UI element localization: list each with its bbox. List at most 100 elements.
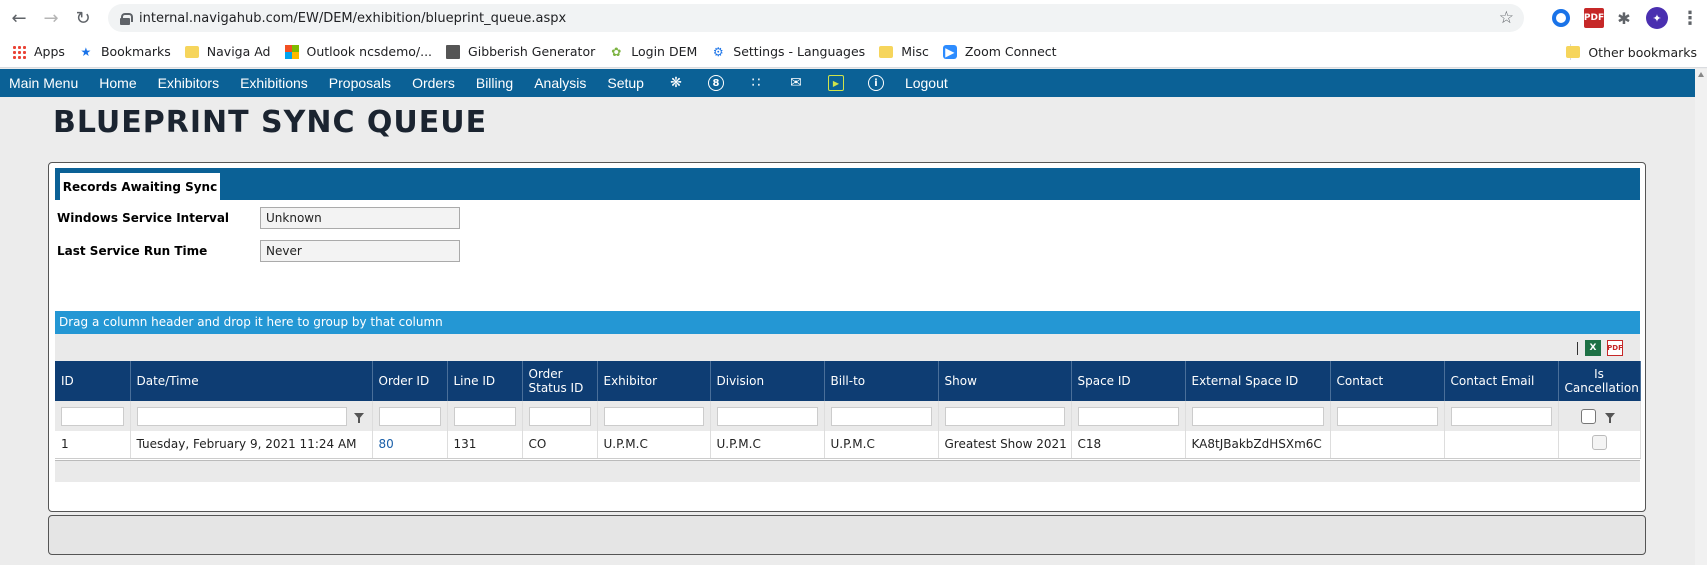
filter-contact-input[interactable] (1336, 406, 1438, 426)
menu-analysis[interactable]: Analysis (534, 75, 586, 91)
menu-exhibitions[interactable]: Exhibitions (240, 75, 308, 91)
grid-footer (55, 460, 1640, 482)
col-header-line-id[interactable]: Line ID (447, 361, 523, 401)
extensions-puzzle-icon[interactable]: ✱ (1614, 8, 1634, 28)
bug-icon[interactable]: ❋ (668, 75, 684, 91)
menu-exhibitors[interactable]: Exhibitors (158, 75, 219, 91)
address-bar[interactable]: internal.navigahub.com/EW/DEM/exhibition… (108, 4, 1524, 32)
col-header-external-space-id[interactable]: External Space ID (1185, 361, 1331, 401)
folder-icon (184, 45, 199, 58)
last-run-label: Last Service Run Time (57, 244, 208, 258)
menu-billing[interactable]: Billing (476, 75, 513, 91)
filter-cell (1444, 401, 1559, 431)
profile-avatar-icon[interactable]: ✦ (1646, 7, 1668, 29)
bookmark-zoom[interactable]: ▶ Zoom Connect (942, 44, 1057, 59)
folder-icon (879, 45, 894, 58)
main-nav: Main Menu Home Exhibitors Exhibitions Pr… (0, 69, 1707, 97)
gear-icon: ⚙ (712, 44, 724, 59)
extension-circle-icon[interactable] (1552, 9, 1570, 27)
bookmark-bookmarks[interactable]: ★ Bookmarks (79, 44, 171, 59)
col-header-bill-to[interactable]: Bill-to (824, 361, 939, 401)
filter-cell (55, 401, 131, 431)
filter-division-input[interactable] (716, 406, 818, 426)
filter-datetime-input[interactable] (136, 406, 347, 426)
col-header-id[interactable]: ID (55, 361, 131, 401)
export-excel-icon[interactable]: X (1585, 340, 1601, 356)
col-header-order-status-id[interactable]: Order Status ID (522, 361, 598, 401)
filter-cell (1185, 401, 1331, 431)
browser-menu-icon[interactable]: ⋮ (1680, 8, 1700, 29)
filter-cell (130, 401, 373, 431)
grid-apps-icon[interactable]: ∷ (748, 75, 764, 91)
reload-icon[interactable]: ↻ (70, 5, 96, 31)
bookmark-naviga-ad[interactable]: Naviga Ad (184, 44, 271, 59)
menu-logout[interactable]: Logout (905, 75, 948, 91)
menu-main-menu[interactable]: Main Menu (9, 75, 78, 91)
bookmark-misc[interactable]: Misc (879, 44, 929, 59)
menu-proposals[interactable]: Proposals (329, 75, 391, 91)
filter-order-id-input[interactable] (378, 406, 441, 426)
col-header-exhibitor[interactable]: Exhibitor (597, 361, 711, 401)
col-header-datetime[interactable]: Date/Time (130, 361, 373, 401)
cell-exhibitor: U.P.M.C (597, 431, 711, 459)
filter-line-id-input[interactable] (453, 406, 516, 426)
bookmark-outlook[interactable]: Outlook ncsdemo/... (284, 44, 432, 59)
cell-datetime: Tuesday, February 9, 2021 11:24 AM (130, 431, 373, 459)
bookmark-login-dem[interactable]: ✿ Login DEM (609, 44, 697, 59)
bookmark-settings-languages[interactable]: ⚙ Settings - Languages (711, 44, 865, 59)
leaf-icon: ✿ (611, 44, 622, 59)
filter-contact-email-input[interactable] (1450, 406, 1552, 426)
menu-home[interactable]: Home (99, 75, 136, 91)
cell-is-cancellation (1558, 431, 1641, 459)
menu-orders[interactable]: Orders (412, 75, 455, 91)
bookmark-star-icon[interactable]: ☆ (1499, 8, 1514, 28)
export-pdf-icon[interactable]: PDF (1607, 340, 1623, 356)
filter-space-id-input[interactable] (1077, 406, 1179, 426)
cell-contact (1330, 431, 1445, 459)
col-header-contact[interactable]: Contact (1330, 361, 1445, 401)
filter-show-input[interactable] (944, 406, 1065, 426)
bookmark-gibberish[interactable]: Gibberish Generator (446, 44, 595, 59)
cell-bill-to: U.P.M.C (824, 431, 939, 459)
other-bookmarks[interactable]: Other bookmarks (1566, 36, 1697, 68)
bookmark-apps[interactable]: Apps (12, 44, 65, 59)
col-header-show[interactable]: Show (938, 361, 1072, 401)
grid-toolbar: X PDF (55, 334, 1640, 361)
page-scrollbar[interactable] (1695, 69, 1707, 565)
url-text[interactable]: internal.navigahub.com/EW/DEM/exhibition… (139, 11, 566, 26)
filter-cell (1558, 401, 1641, 431)
filter-order-status-input[interactable] (528, 406, 591, 426)
col-header-contact-email[interactable]: Contact Email (1444, 361, 1559, 401)
tab-records-awaiting-sync[interactable]: Records Awaiting Sync (60, 173, 220, 200)
col-header-division[interactable]: Division (710, 361, 825, 401)
filter-external-space-id-input[interactable] (1191, 406, 1324, 426)
filter-row (55, 401, 1641, 431)
filter-cell (710, 401, 825, 431)
filter-funnel-icon[interactable] (1605, 413, 1615, 423)
tv-icon[interactable]: ▶ (827, 75, 844, 91)
filter-cell (372, 401, 448, 431)
forward-icon[interactable]: → (38, 5, 64, 31)
cell-order-id-link[interactable]: 80 (372, 431, 448, 459)
col-header-is-cancellation[interactable]: Is Cancellation (1558, 361, 1641, 401)
notification-badge-icon[interactable]: 8 (707, 75, 724, 91)
group-by-drop-zone[interactable]: Drag a column header and drop it here to… (55, 311, 1640, 334)
col-header-order-id[interactable]: Order ID (372, 361, 448, 401)
filter-id-input[interactable] (61, 406, 124, 426)
col-header-space-id[interactable]: Space ID (1071, 361, 1186, 401)
pdf-extension-icon[interactable]: PDF (1584, 8, 1604, 28)
menu-setup[interactable]: Setup (607, 75, 644, 91)
filter-is-cancellation-checkbox[interactable] (1581, 408, 1596, 424)
table-row[interactable]: 1 Tuesday, February 9, 2021 11:24 AM 80 … (55, 431, 1641, 459)
cell-order-status: CO (522, 431, 598, 459)
filter-exhibitor-input[interactable] (603, 406, 704, 426)
document-icon (446, 44, 461, 59)
filter-bill-to-input[interactable] (830, 406, 932, 426)
bottom-panel (48, 515, 1646, 555)
lock-icon (120, 12, 133, 25)
back-icon[interactable]: ← (6, 5, 32, 31)
filter-cell (1330, 401, 1445, 431)
filter-funnel-icon[interactable] (353, 413, 364, 423)
info-icon[interactable]: i (867, 75, 884, 91)
chat-icon[interactable]: ✉ (788, 75, 804, 91)
